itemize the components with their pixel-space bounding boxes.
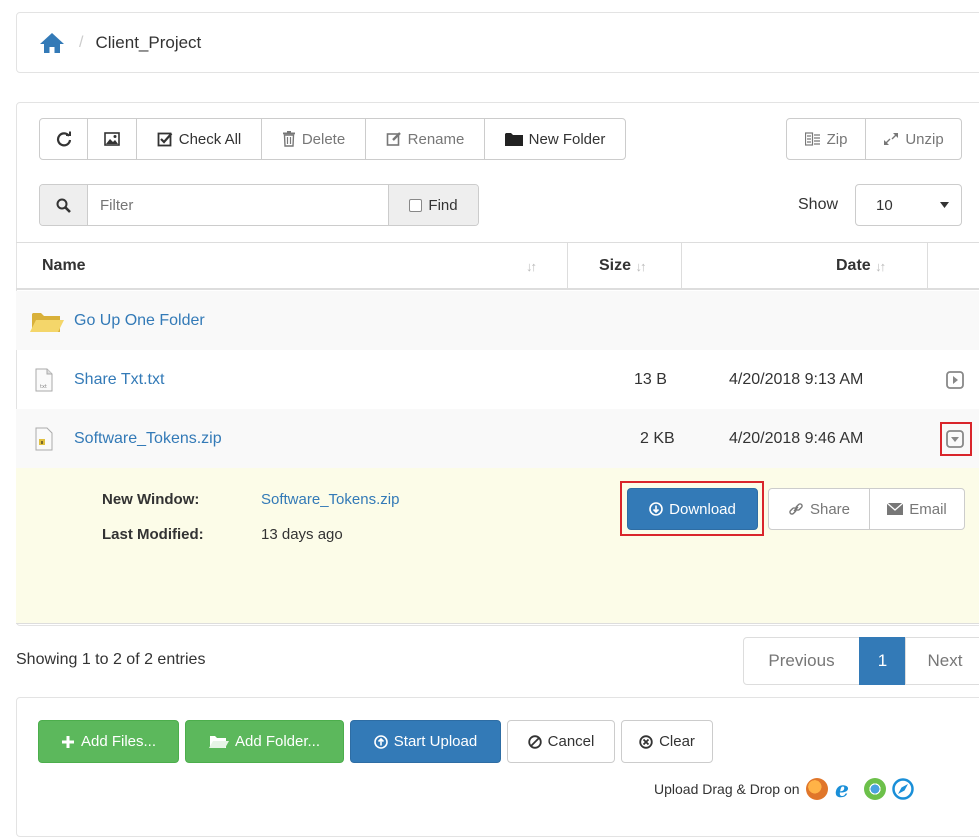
breadcrumb-current: Client_Project xyxy=(95,32,202,52)
refresh-icon xyxy=(56,131,71,147)
delete-button[interactable]: Delete xyxy=(261,118,366,160)
filter-input[interactable] xyxy=(88,185,388,225)
cancel-upload-button[interactable]: Cancel xyxy=(507,720,615,763)
drag-drop-support: Upload Drag & Drop on e xyxy=(654,778,914,800)
go-up-folder-link[interactable]: Go Up One Folder xyxy=(74,312,205,330)
new-window-link[interactable]: Software_Tokens.zip xyxy=(261,491,399,508)
zip-button[interactable]: Zip xyxy=(786,118,866,160)
open-folder-icon xyxy=(30,291,64,350)
show-label: Show xyxy=(798,196,839,213)
envelope-icon xyxy=(887,503,904,515)
last-modified-value: 13 days ago xyxy=(261,526,343,543)
firefox-icon xyxy=(805,778,828,800)
file-link[interactable]: Software_Tokens.zip xyxy=(74,430,222,448)
upload-panel xyxy=(16,697,979,837)
chrome-icon xyxy=(863,778,886,800)
annotation-highlight xyxy=(940,422,972,456)
folder-icon xyxy=(504,133,523,146)
image-view-button[interactable] xyxy=(87,118,137,160)
sort-icon: ↓↑ xyxy=(526,258,537,274)
size-column-header[interactable]: Size ↓↑ xyxy=(599,243,646,289)
start-upload-button[interactable]: Start Upload xyxy=(350,720,501,763)
svg-text:txt: txt xyxy=(40,384,47,390)
trash-icon xyxy=(282,131,295,147)
plus-icon xyxy=(61,735,74,748)
add-files-button[interactable]: Add Files... xyxy=(38,720,179,763)
next-page-button[interactable]: Next xyxy=(905,637,979,685)
expand-row-icon[interactable] xyxy=(946,350,964,409)
image-icon xyxy=(104,132,120,146)
checkbox-icon xyxy=(157,132,173,147)
file-size: 2 KB xyxy=(640,429,675,447)
email-button[interactable]: Email xyxy=(869,488,965,530)
caret-down-icon xyxy=(940,202,949,208)
file-date: 4/20/2018 9:13 AM xyxy=(729,370,864,388)
refresh-button[interactable] xyxy=(39,118,88,160)
name-column-header[interactable]: Name xyxy=(42,243,86,289)
file-date: 4/20/2018 9:46 AM xyxy=(729,429,864,447)
sort-icon: ↓↑ xyxy=(635,258,646,274)
table-row: Software_Tokens.zip 2 KB 4/20/2018 9:46 … xyxy=(16,409,979,468)
svg-text:e: e xyxy=(835,778,849,800)
table-row: txt Share Txt.txt 13 B 4/20/2018 9:13 AM xyxy=(16,350,979,409)
upload-icon xyxy=(373,734,388,749)
share-button[interactable]: Share xyxy=(768,488,870,530)
last-modified-label: Last Modified: xyxy=(102,526,204,543)
entries-info: Showing 1 to 2 of 2 entries xyxy=(16,651,206,668)
clear-upload-button[interactable]: Clear xyxy=(621,720,713,763)
unzip-button[interactable]: Unzip xyxy=(865,118,962,160)
new-window-label: New Window: xyxy=(102,491,200,508)
table-row: Go Up One Folder xyxy=(16,291,979,350)
check-all-button[interactable]: Check All xyxy=(136,118,262,160)
sort-icon: ↓↑ xyxy=(875,258,886,274)
home-icon[interactable] xyxy=(39,32,65,54)
search-icon xyxy=(40,185,88,225)
annotation-highlight xyxy=(620,481,764,536)
date-column-header[interactable]: Date ↓↑ xyxy=(836,243,886,289)
zip-icon xyxy=(804,132,820,146)
table-header: Name ↓↑ Size ↓↑ Date ↓↑ xyxy=(16,242,979,290)
expand-icon xyxy=(884,133,899,145)
file-size: 13 B xyxy=(634,370,667,388)
find-checkbox[interactable] xyxy=(409,198,423,212)
find-toggle[interactable]: Find xyxy=(388,185,478,225)
page-size-select[interactable]: 10 xyxy=(855,184,962,226)
breadcrumb: / Client_Project xyxy=(16,12,979,73)
rename-button[interactable]: Rename xyxy=(365,118,485,160)
safari-icon xyxy=(891,778,914,800)
add-folder-button[interactable]: Add Folder... xyxy=(185,720,344,763)
text-file-icon: txt xyxy=(35,350,53,409)
link-icon xyxy=(789,503,803,515)
zip-file-icon xyxy=(35,409,53,468)
previous-page-button[interactable]: Previous xyxy=(743,637,860,685)
drag-drop-label: Upload Drag & Drop on xyxy=(654,781,800,797)
ban-icon xyxy=(527,734,542,749)
page-1-button[interactable]: 1 xyxy=(859,637,906,685)
file-link[interactable]: Share Txt.txt xyxy=(74,371,164,389)
new-folder-button[interactable]: New Folder xyxy=(484,118,626,160)
remove-circle-icon xyxy=(639,734,653,749)
breadcrumb-separator: / xyxy=(79,33,84,51)
edit-icon xyxy=(386,132,401,146)
filter-group: Find xyxy=(39,184,479,226)
ie-icon: e xyxy=(835,778,849,800)
folder-open-icon xyxy=(208,735,229,748)
